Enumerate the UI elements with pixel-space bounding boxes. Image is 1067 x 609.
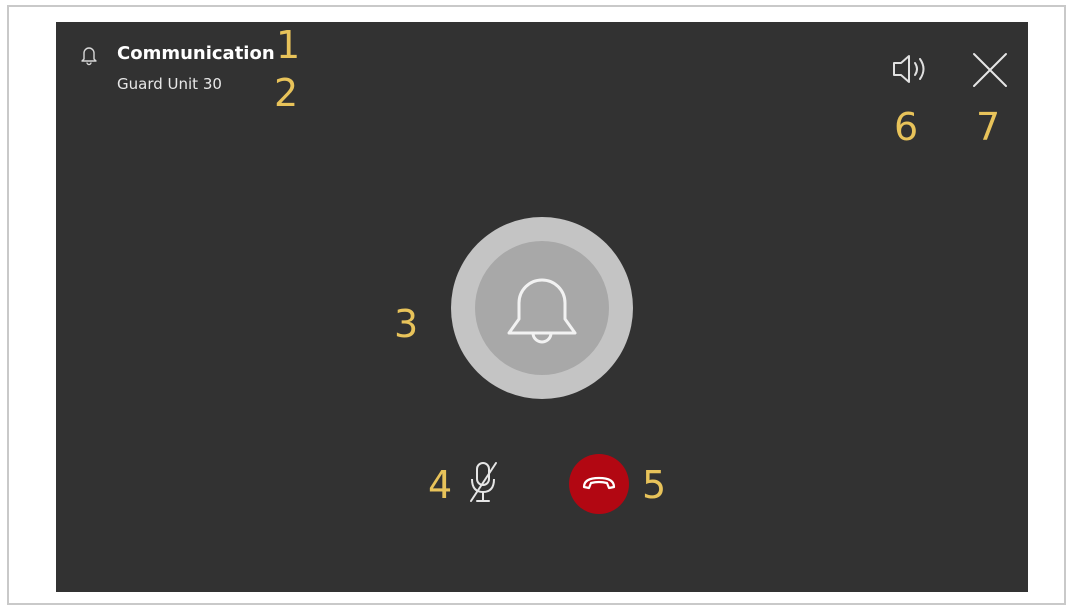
callout-4: 4 <box>428 463 453 507</box>
mute-microphone-button[interactable] <box>466 459 502 505</box>
call-bell-inner-ring <box>475 241 609 375</box>
caller-name: Guard Unit 30 <box>117 75 222 93</box>
close-button[interactable] <box>970 50 1010 90</box>
callout-1: 1 <box>276 23 301 67</box>
close-icon <box>973 53 1007 87</box>
call-screen: Communication Guard Unit 30 1 2 3 4 5 6 … <box>56 22 1028 592</box>
bell-icon <box>507 278 577 344</box>
speaker-button[interactable] <box>890 50 936 88</box>
speaker-icon <box>893 55 925 83</box>
hang-up-button[interactable] <box>569 454 629 514</box>
call-bell-button[interactable] <box>451 217 633 399</box>
callout-2: 2 <box>274 71 299 115</box>
microphone-muted-icon <box>470 462 497 502</box>
callout-7: 7 <box>976 105 1001 149</box>
callout-6: 6 <box>894 105 919 149</box>
hang-up-icon <box>582 476 616 490</box>
callout-5: 5 <box>642 463 667 507</box>
callout-3: 3 <box>394 302 419 346</box>
bell-icon <box>78 44 100 66</box>
page-title: Communication <box>117 43 275 64</box>
